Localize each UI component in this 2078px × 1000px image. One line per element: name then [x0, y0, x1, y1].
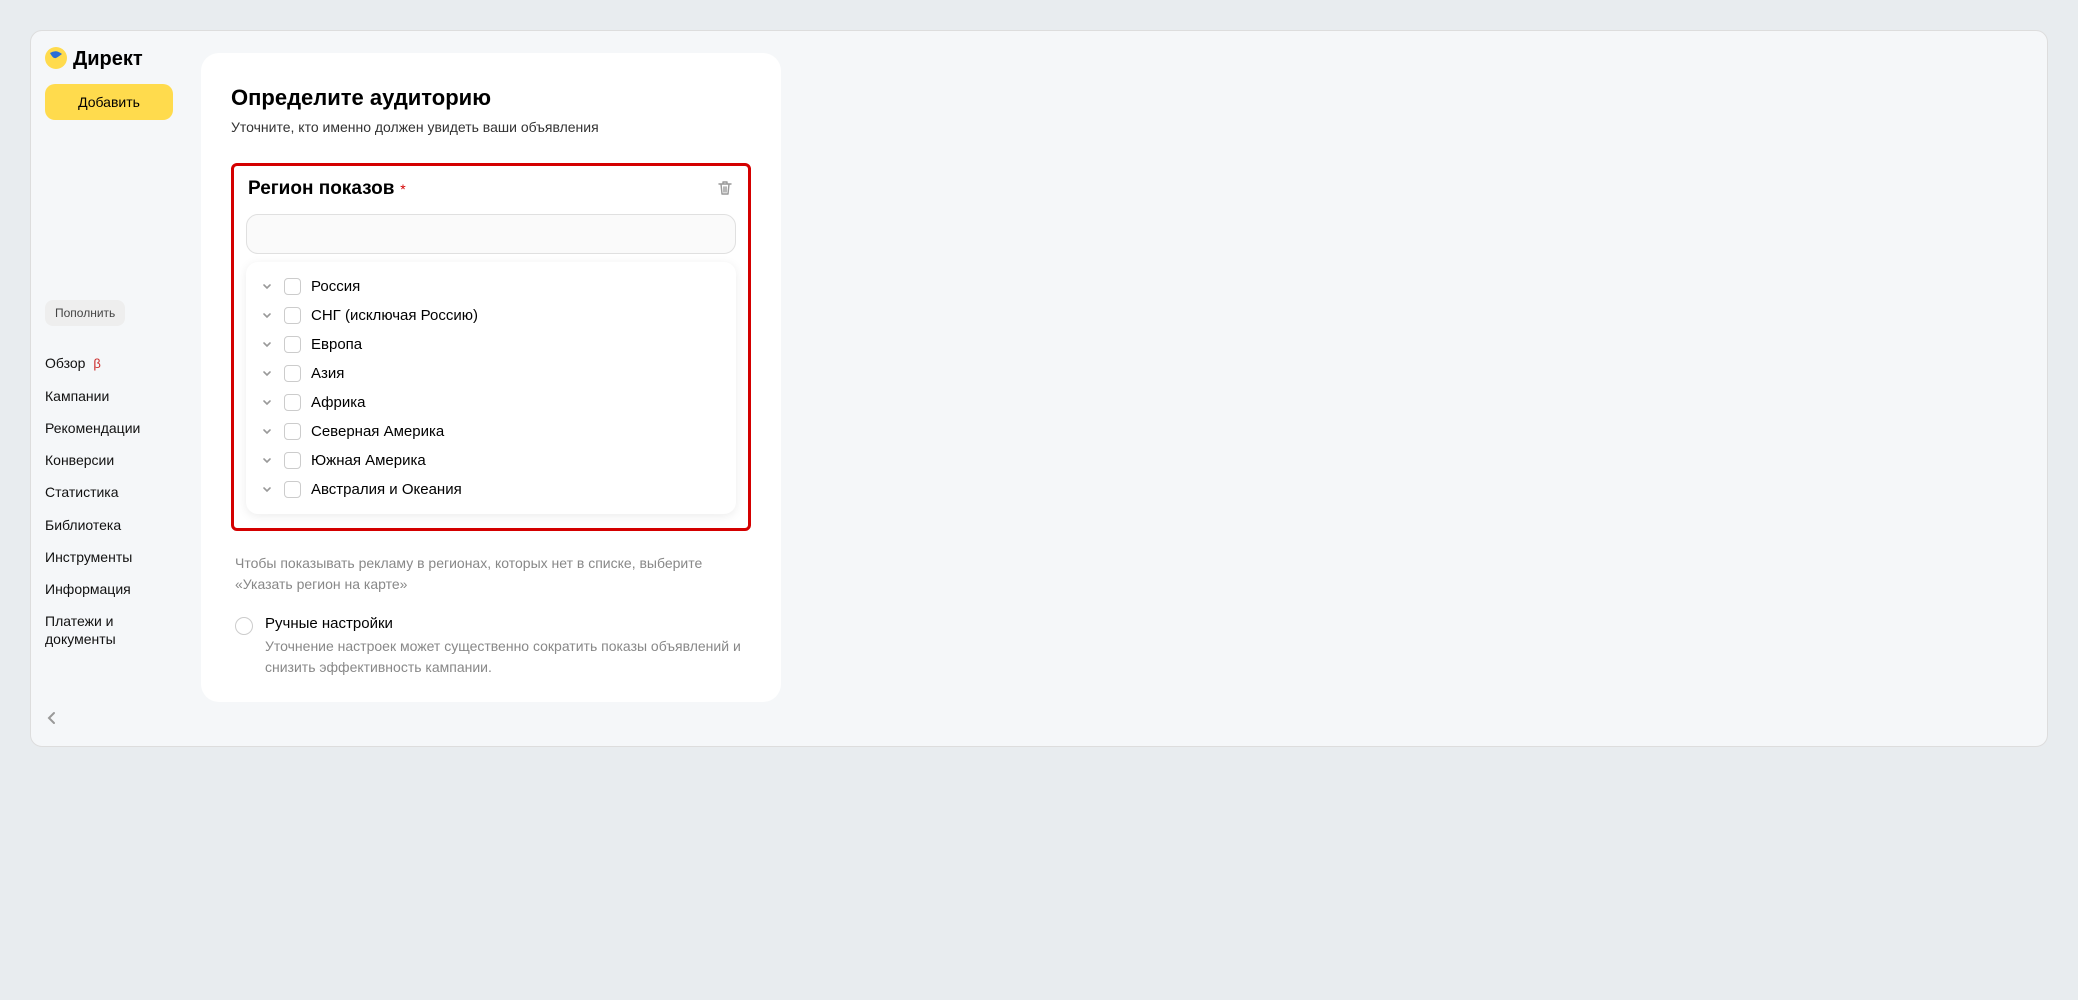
nav-label: Информация [45, 581, 131, 597]
brand-logo-icon [45, 47, 67, 72]
region-label: Азия [311, 365, 344, 382]
manual-settings-title: Ручные настройки [265, 615, 751, 632]
region-hint: Чтобы показывать рекламу в регионах, кот… [235, 553, 751, 595]
region-checkbox[interactable] [284, 365, 301, 382]
region-label: Южная Америка [311, 452, 426, 469]
nav-label: Рекомендации [45, 420, 140, 436]
region-checkbox[interactable] [284, 481, 301, 498]
region-option-australia-oceania[interactable]: Австралия и Океания [254, 475, 728, 504]
region-dropdown: Россия СНГ (исключая Россию) Европа [246, 262, 736, 514]
region-checkbox[interactable] [284, 336, 301, 353]
add-button[interactable]: Добавить [45, 84, 173, 120]
chevron-down-icon[interactable] [260, 282, 274, 292]
region-label: Северная Америка [311, 423, 444, 440]
region-block: Регион показов * Росс [231, 163, 751, 531]
sidebar: Директ Добавить Пополнить Обзор β Кампан… [31, 31, 191, 746]
nav-label: Платежи и документы [45, 613, 116, 647]
nav-label: Кампании [45, 388, 109, 404]
region-label: Африка [311, 394, 365, 411]
region-title-wrap: Регион показов * [248, 178, 406, 200]
region-label: Австралия и Океания [311, 481, 462, 498]
region-option-russia[interactable]: Россия [254, 272, 728, 301]
chevron-down-icon[interactable] [260, 311, 274, 321]
region-option-south-america[interactable]: Южная Америка [254, 446, 728, 475]
chevron-down-icon[interactable] [260, 485, 274, 495]
region-label: СНГ (исключая Россию) [311, 307, 478, 324]
sidebar-item-recommendations[interactable]: Рекомендации [45, 419, 173, 437]
sidebar-nav: Обзор β Кампании Рекомендации Конверсии … [45, 354, 173, 649]
nav-label: Библиотека [45, 517, 121, 533]
manual-text: Ручные настройки Уточнение настроек може… [265, 615, 751, 678]
region-option-north-america[interactable]: Северная Америка [254, 417, 728, 446]
manual-settings-radio[interactable] [235, 617, 253, 635]
sidebar-item-statistics[interactable]: Статистика [45, 483, 173, 501]
chevron-down-icon[interactable] [260, 427, 274, 437]
page-subtitle: Уточните, кто именно должен увидеть ваши… [231, 119, 751, 135]
trash-icon[interactable] [716, 179, 734, 200]
main-content: Определите аудиторию Уточните, кто именн… [191, 31, 2047, 746]
nav-label: Инструменты [45, 549, 132, 565]
sidebar-item-tools[interactable]: Инструменты [45, 548, 173, 566]
nav-label: Обзор [45, 355, 85, 371]
chevron-down-icon[interactable] [260, 456, 274, 466]
region-checkbox[interactable] [284, 307, 301, 324]
sidebar-item-library[interactable]: Библиотека [45, 516, 173, 534]
nav-label: Конверсии [45, 452, 114, 468]
sidebar-item-campaigns[interactable]: Кампании [45, 387, 173, 405]
manual-settings-desc: Уточнение настроек может существенно сок… [265, 636, 751, 678]
region-label: Европа [311, 336, 362, 353]
manual-settings-option[interactable]: Ручные настройки Уточнение настроек може… [235, 615, 751, 678]
region-checkbox[interactable] [284, 452, 301, 469]
region-option-africa[interactable]: Африка [254, 388, 728, 417]
collapse-sidebar-button[interactable] [45, 709, 173, 730]
region-checkbox[interactable] [284, 394, 301, 411]
chevron-down-icon[interactable] [260, 340, 274, 350]
brand: Директ [45, 47, 173, 72]
topup-button[interactable]: Пополнить [45, 300, 125, 326]
audience-card: Определите аудиторию Уточните, кто именн… [201, 53, 781, 702]
region-search-input[interactable] [246, 214, 736, 254]
region-checkbox[interactable] [284, 278, 301, 295]
app-frame: Директ Добавить Пополнить Обзор β Кампан… [30, 30, 2048, 747]
chevron-down-icon[interactable] [260, 398, 274, 408]
sidebar-item-overview[interactable]: Обзор β [45, 354, 173, 373]
sidebar-item-information[interactable]: Информация [45, 580, 173, 598]
region-checkbox[interactable] [284, 423, 301, 440]
sidebar-item-conversions[interactable]: Конверсии [45, 451, 173, 469]
region-label: Россия [311, 278, 360, 295]
chevron-down-icon[interactable] [260, 369, 274, 379]
required-asterisk: * [400, 181, 405, 197]
brand-name: Директ [73, 48, 143, 71]
page-title: Определите аудиторию [231, 85, 751, 111]
region-option-cis[interactable]: СНГ (исключая Россию) [254, 301, 728, 330]
region-title: Регион показов [248, 178, 394, 199]
nav-label: Статистика [45, 484, 119, 500]
region-header: Регион показов * [246, 178, 736, 200]
region-option-europe[interactable]: Европа [254, 330, 728, 359]
beta-badge: β [93, 356, 100, 371]
region-option-asia[interactable]: Азия [254, 359, 728, 388]
sidebar-item-payments[interactable]: Платежи и документы [45, 612, 173, 648]
